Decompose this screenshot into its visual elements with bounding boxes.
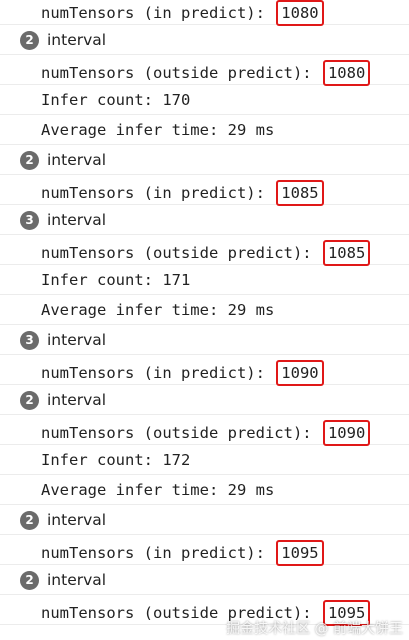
console-log-line: Average infer time: 29 ms	[0, 115, 409, 145]
console-log-line: numTensors (outside predict): 1090	[0, 415, 409, 446]
log-text: Infer count: 170	[41, 91, 191, 109]
console-group-interval[interactable]: 2 interval	[0, 505, 409, 535]
log-text: Infer count: 172	[41, 451, 191, 469]
group-label: interval	[47, 151, 107, 169]
repeat-count-badge: 3	[20, 211, 39, 230]
log-text: numTensors (in predict):	[41, 184, 275, 202]
group-label: interval	[47, 391, 107, 409]
group-label: interval	[47, 31, 107, 49]
log-text: numTensors (in predict):	[41, 364, 275, 382]
highlighted-tensor-count: 1090	[322, 420, 371, 446]
repeat-count-badge: 2	[20, 511, 39, 530]
console-log-line: Infer count: 171	[0, 265, 409, 295]
highlighted-tensor-count: 1085	[322, 240, 371, 266]
highlighted-tensor-count: 1085	[276, 180, 324, 206]
group-label: interval	[47, 331, 107, 349]
watermark: 掘金技术社区 @ 前端大饼王	[226, 621, 403, 637]
highlighted-tensor-count: 1095	[276, 540, 324, 566]
repeat-count-badge: 2	[20, 151, 39, 170]
log-text: Average infer time: 29 ms	[41, 301, 275, 319]
console-log-line: numTensors (in predict): 1095	[0, 535, 409, 566]
console-group-interval[interactable]: 2 interval	[0, 385, 409, 415]
console-log-line: Infer count: 170	[0, 85, 409, 115]
log-text: Average infer time: 29 ms	[41, 121, 275, 139]
log-text: numTensors (in predict):	[41, 544, 275, 562]
console-group-interval[interactable]: 3 interval	[0, 325, 409, 355]
console-log-line: numTensors (outside predict): 1085	[0, 235, 409, 266]
log-text: Infer count: 171	[41, 271, 191, 289]
console-log-line: numTensors (outside predict): 1080	[0, 55, 409, 86]
console-group-interval[interactable]: 2 interval	[0, 145, 409, 175]
console-log-line: Infer count: 172	[0, 445, 409, 475]
console-log-list: numTensors (in predict): 1080 2 interval nu…	[0, 0, 409, 640]
highlighted-tensor-count: 1080	[276, 0, 324, 26]
group-label: interval	[47, 211, 107, 229]
console-log-line: numTensors (in predict): 1085	[0, 175, 409, 206]
console-log-line: numTensors (in predict): 1080	[0, 0, 409, 26]
log-text: numTensors (in predict):	[41, 4, 275, 22]
log-text: numTensors (outside predict):	[41, 424, 321, 442]
console-group-interval[interactable]: 3 interval	[0, 205, 409, 235]
console-group-interval[interactable]: 2 interval	[0, 565, 409, 595]
console-log-line: numTensors (in predict): 1090	[0, 355, 409, 386]
repeat-count-badge: 3	[20, 331, 39, 350]
group-label: interval	[47, 571, 107, 589]
repeat-count-badge: 2	[20, 571, 39, 590]
highlighted-tensor-count: 1080	[322, 60, 371, 86]
highlighted-tensor-count: 1090	[276, 360, 324, 386]
log-text: Average infer time: 29 ms	[41, 481, 275, 499]
console-group-interval[interactable]: 2 interval	[0, 25, 409, 55]
group-label: interval	[47, 511, 107, 529]
log-text: numTensors (outside predict):	[41, 64, 321, 82]
repeat-count-badge: 2	[20, 391, 39, 410]
console-log-line: Average infer time: 29 ms	[0, 295, 409, 325]
console-log-line: Average infer time: 29 ms	[0, 475, 409, 505]
repeat-count-badge: 2	[20, 31, 39, 50]
log-text: numTensors (outside predict):	[41, 244, 321, 262]
